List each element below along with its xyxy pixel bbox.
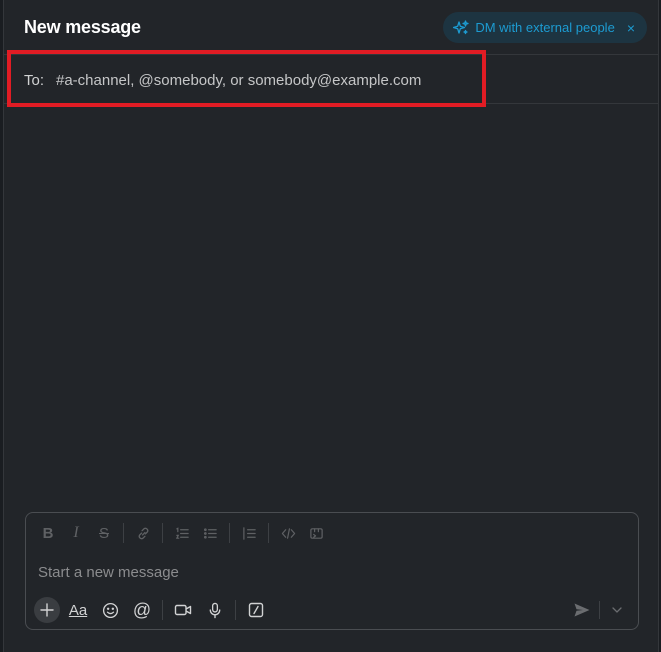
italic-icon[interactable]: I bbox=[62, 519, 90, 547]
message-composer: B I S Start a new message Aa @ bbox=[25, 512, 639, 630]
dm-external-people-button[interactable]: DM with external people × bbox=[443, 12, 647, 43]
divider bbox=[162, 523, 163, 543]
video-icon[interactable] bbox=[169, 596, 197, 624]
divider bbox=[123, 523, 124, 543]
slash-command-icon[interactable] bbox=[242, 596, 270, 624]
divider bbox=[268, 523, 269, 543]
divider bbox=[235, 600, 236, 620]
dm-external-people-label: DM with external people bbox=[475, 20, 615, 35]
code-block-icon[interactable] bbox=[302, 519, 330, 547]
formatting-toggle-icon[interactable]: Aa bbox=[64, 596, 92, 624]
composer-actions: Aa @ bbox=[26, 593, 638, 627]
chevron-down-icon[interactable] bbox=[604, 597, 630, 623]
code-icon[interactable] bbox=[274, 519, 302, 547]
blockquote-icon[interactable] bbox=[235, 519, 263, 547]
send-icon[interactable] bbox=[569, 597, 595, 623]
formatting-toolbar: B I S bbox=[26, 513, 638, 553]
plus-icon[interactable] bbox=[34, 597, 60, 623]
link-icon[interactable] bbox=[129, 519, 157, 547]
strikethrough-icon[interactable]: S bbox=[90, 519, 118, 547]
close-icon[interactable]: × bbox=[627, 21, 635, 35]
new-message-panel: New message DM with external people × To… bbox=[3, 0, 659, 652]
divider bbox=[229, 523, 230, 543]
mention-icon[interactable]: @ bbox=[128, 596, 156, 624]
ordered-list-icon[interactable] bbox=[168, 519, 196, 547]
message-input[interactable] bbox=[38, 561, 618, 583]
divider bbox=[162, 600, 163, 620]
header: New message DM with external people × bbox=[4, 0, 658, 54]
page-title: New message bbox=[24, 17, 141, 37]
highlight-box bbox=[7, 50, 486, 107]
send-controls bbox=[569, 597, 630, 623]
microphone-icon[interactable] bbox=[201, 596, 229, 624]
bulleted-list-icon[interactable] bbox=[196, 519, 224, 547]
emoji-icon[interactable] bbox=[96, 596, 124, 624]
bold-icon[interactable]: B bbox=[34, 519, 62, 547]
sparkles-icon bbox=[453, 19, 469, 36]
divider bbox=[599, 601, 600, 619]
